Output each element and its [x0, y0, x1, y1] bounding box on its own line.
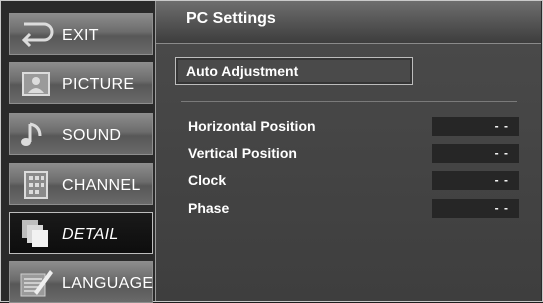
pc-settings-panel: PC Settings Auto Adjustment Horizontal P…	[155, 1, 541, 301]
menu-item-exit[interactable]: EXIT	[9, 13, 153, 55]
setting-value: - -	[494, 201, 509, 215]
menu-label-channel: CHANNEL	[62, 177, 141, 194]
menu-item-detail[interactable]: DETAIL	[9, 212, 153, 254]
panel-header: PC Settings	[156, 1, 541, 44]
menu-label-detail: DETAIL	[62, 226, 119, 243]
setting-row-horizontal-position[interactable]: Horizontal Position - -	[156, 117, 541, 137]
setting-value-box: - -	[432, 144, 519, 163]
setting-value: - -	[494, 146, 509, 160]
setting-row-clock[interactable]: Clock - -	[156, 171, 541, 191]
menu-label-language: LANGUAGE	[62, 275, 154, 292]
language-icon	[20, 270, 53, 297]
setting-label: Clock	[188, 172, 227, 188]
channel-icon	[24, 171, 48, 199]
osd-window: EXIT PICTURE SOUND CHANNEL DETAIL LANGUA…	[0, 0, 543, 303]
menu-item-sound[interactable]: SOUND	[9, 113, 153, 155]
setting-value: - -	[494, 119, 509, 133]
sound-icon	[21, 122, 42, 146]
main-menu: EXIT PICTURE SOUND CHANNEL DETAIL LANGUA…	[9, 1, 155, 303]
exit-icon	[21, 22, 54, 48]
setting-label: Vertical Position	[188, 145, 297, 161]
setting-value: - -	[494, 173, 509, 187]
auto-adjustment-label: Auto Adjustment	[186, 63, 299, 79]
menu-label-exit: EXIT	[62, 27, 99, 44]
detail-icon	[22, 220, 48, 247]
setting-value-box: - -	[432, 199, 519, 218]
setting-label: Horizontal Position	[188, 118, 316, 134]
panel-title: PC Settings	[186, 10, 276, 27]
menu-label-picture: PICTURE	[62, 76, 135, 93]
menu-item-picture[interactable]: PICTURE	[9, 62, 153, 104]
menu-item-language[interactable]: LANGUAGE	[9, 261, 153, 303]
separator	[181, 101, 517, 102]
auto-adjustment-button[interactable]: Auto Adjustment	[175, 57, 413, 85]
menu-item-channel[interactable]: CHANNEL	[9, 163, 153, 205]
setting-value-box: - -	[432, 171, 519, 190]
menu-label-sound: SOUND	[62, 127, 122, 144]
setting-row-vertical-position[interactable]: Vertical Position - -	[156, 144, 541, 164]
setting-label: Phase	[188, 200, 230, 216]
setting-value-box: - -	[432, 117, 519, 136]
picture-icon	[22, 72, 50, 96]
setting-row-phase[interactable]: Phase - -	[156, 199, 541, 219]
